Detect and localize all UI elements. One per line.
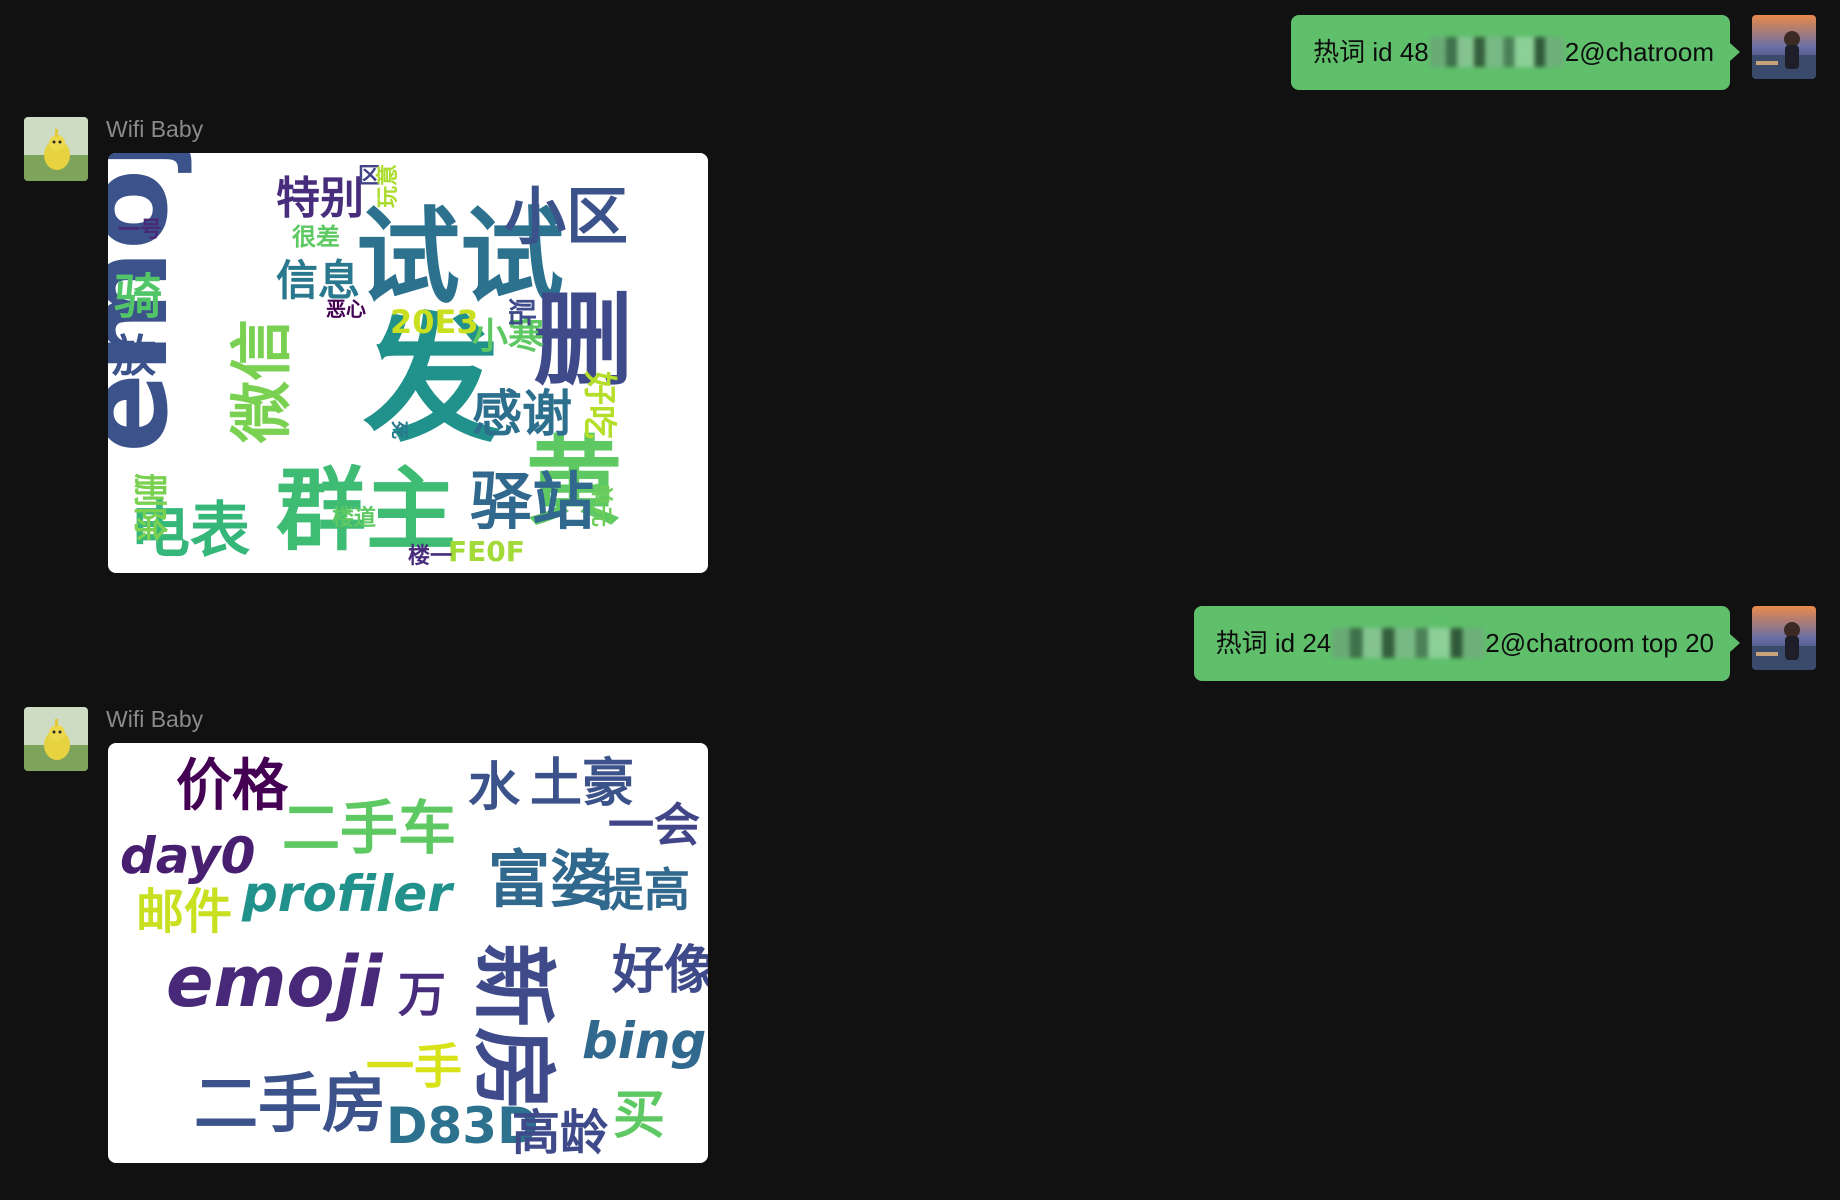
message-text-end: 2@chatroom [1564,37,1714,67]
wordcloud-word: 二手房 [194,1068,386,1142]
message-text-end: 2@chatroom top 20 [1485,628,1714,658]
wordcloud-word: 驿站 [470,465,594,538]
wordcloud-word: profiler [241,865,455,923]
word-cloud-image-2[interactable]: 价格 二手车 水 土豪 一会 day0 profiler 富婆 提高 邮件 em… [108,743,708,1163]
sender-avatar[interactable] [24,707,88,771]
wordcloud-word: 好像 [611,941,708,1001]
wordcloud-word: 玩意 [375,164,401,208]
wordcloud-word: FE0F [448,535,525,568]
bubble-tail [1730,634,1740,652]
wordcloud-word: 楼道 [332,505,376,531]
wordcloud-word: 骑 [114,269,162,325]
wordcloud-word: 删除 [129,473,169,542]
wordcloud-word: 好吃 [579,370,619,439]
wordcloud-word: 小区 [504,180,628,253]
wordcloud-word: 二手车 [282,794,456,862]
wordcloud-word: bing [582,1012,706,1070]
wordcloud-word: 恶心 [326,297,366,321]
wordcloud-word: 价格 [176,754,289,819]
wordcloud-word: 20E3 [390,303,479,341]
sender-name: Wifi Baby [106,116,204,142]
word-cloud-image-1[interactable]: emoji 试试 发 删 黄 群主 微信 驿站 小区 电表 感谢 特别 骑 信息… [108,153,708,573]
my-avatar[interactable] [1752,606,1816,670]
wordcloud-word: 万 [398,967,446,1023]
my-avatar[interactable] [1752,15,1816,79]
wordcloud-word: 放 [112,331,156,382]
wordcloud-word: 死 [388,421,409,439]
wordcloud-word: 很差 [292,223,340,251]
sender-avatar[interactable] [24,117,88,181]
chat-message-list: 热词 id 482@chatroom Wifi Baby emoji 试试 [0,0,1840,1200]
outgoing-message-bubble[interactable]: 热词 id 24 2@chatroom top 20 [1193,606,1740,681]
wordcloud-word: 水 [468,758,521,818]
message-text-start: 热词 id 48 [1313,37,1429,67]
outgoing-message-bubble[interactable]: 热词 id 48 2@chatroom [1291,15,1740,90]
wordcloud-word: 感谢 [472,385,572,443]
wordcloud-word: 新房 [464,943,562,1111]
wordcloud-word: 高龄 [512,1105,608,1161]
bubble-tail [1730,43,1740,61]
wordcloud-word: emoji [166,941,384,1023]
redacted-id-blur [1332,628,1485,659]
sender-name: Wifi Baby [106,706,204,732]
wordcloud-word: 富婆 [488,843,612,916]
message-text-start: 热词 id 24 [1215,628,1332,658]
wordcloud-word: 微信 [225,319,298,444]
wordcloud-word: 楼一 [408,544,452,569]
wordcloud-word: 邮件 [136,884,232,940]
wordcloud-word: 贴 [505,298,538,326]
wordcloud-word: 提高 [598,863,690,917]
wordcloud-word: 单元 [588,483,613,527]
wordcloud-word: day0 [120,827,255,885]
wordcloud-word: 一会 [608,798,700,852]
wordcloud-word: 一号 [118,218,162,243]
wordcloud-word: 买 [613,1086,665,1146]
redacted-id-blur [1429,37,1564,68]
wordcloud-word: 特别 [276,173,364,224]
